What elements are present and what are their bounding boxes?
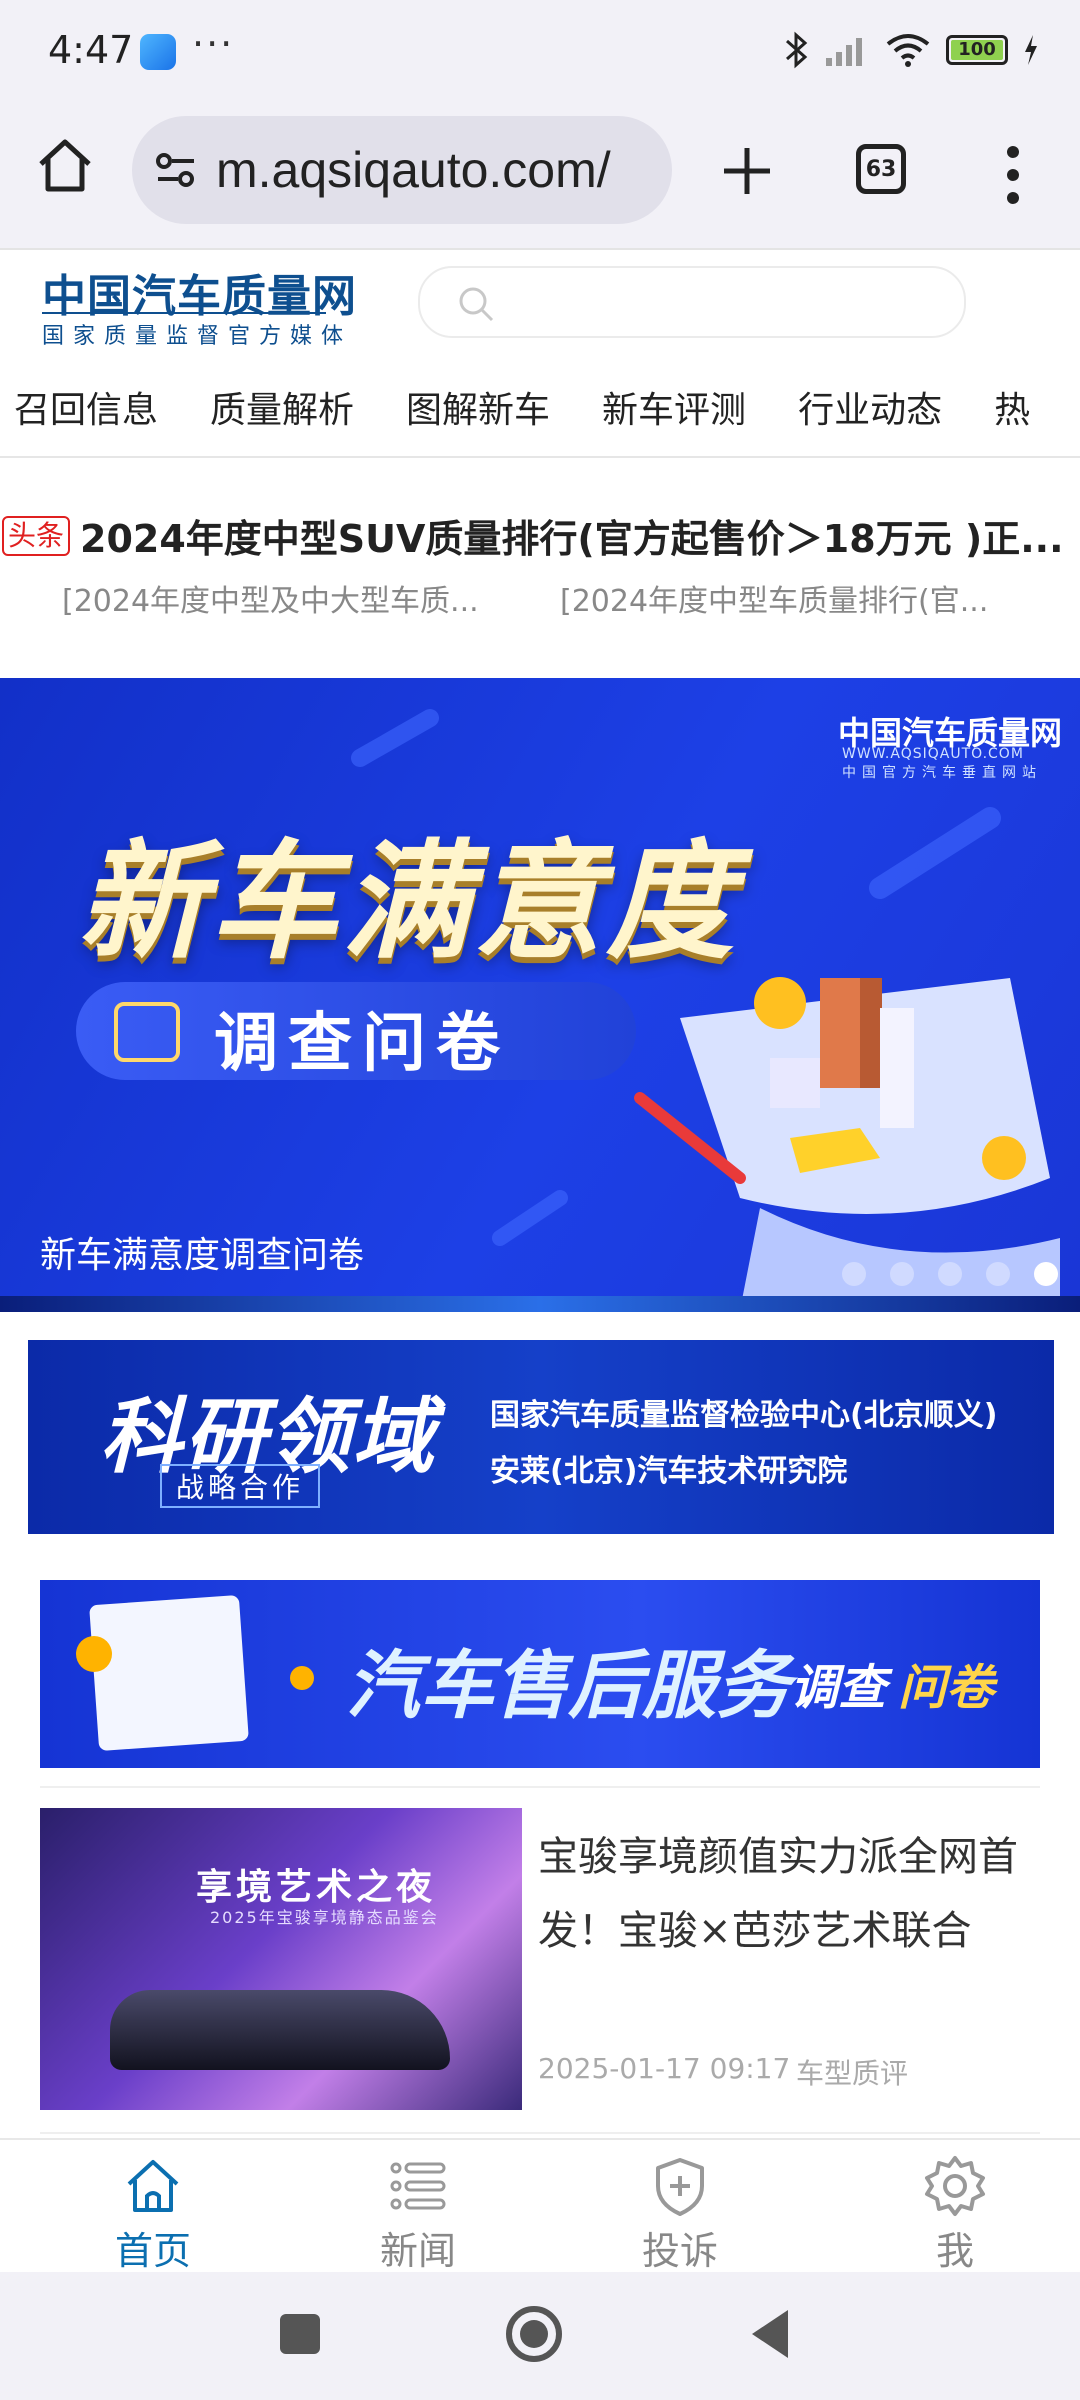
tab-count: 63 [865, 156, 897, 182]
category-hot[interactable]: 热 [968, 370, 1056, 456]
more-vertical-icon [1007, 146, 1019, 204]
new-tab-button[interactable] [712, 136, 782, 206]
banner-caption: 新车满意度调查问卷 [40, 1235, 365, 1276]
category-nav: 召回信息 质量解析 图解新车 新车评测 行业动态 热 [0, 370, 1080, 458]
site-search-box[interactable] [418, 266, 966, 338]
tab-me-label: 我 [935, 2229, 974, 2273]
banner-bottom-strip [0, 1296, 1080, 1312]
tab-switcher-button[interactable]: 63 [856, 144, 906, 194]
battery-icon: 100 [946, 35, 1008, 65]
signal-icon [826, 38, 862, 66]
bluetooth-icon [786, 31, 808, 69]
browser-home-button[interactable] [30, 130, 100, 200]
carousel-dot[interactable] [986, 1262, 1010, 1286]
more-notifications-icon: ··· [192, 22, 235, 66]
status-indicators: 100 [784, 28, 1040, 72]
news-date: 2025-01-17 09:17 [538, 2052, 791, 2085]
ad-aftersales-sub2: 问卷 [898, 1660, 995, 1716]
status-time: 4:47 [48, 28, 134, 72]
tab-news[interactable]: 新闻 [306, 2140, 530, 2274]
headline-tag: 头条 [2, 516, 71, 556]
banner-brand-url: WWW.AQSIQAUTO.COM [842, 746, 1024, 762]
wifi-icon [886, 34, 930, 67]
tab-news-label: 新闻 [379, 2229, 456, 2273]
system-home-dot [520, 2320, 548, 2348]
banner-pill-text: 调查问卷 [214, 1007, 510, 1081]
carousel-dot[interactable] [890, 1262, 914, 1286]
site-settings-icon[interactable] [154, 150, 198, 190]
plus-icon [724, 148, 770, 194]
home-icon [127, 2160, 179, 2212]
category-quality-analysis[interactable]: 质量解析 [184, 370, 380, 456]
carousel-dot[interactable] [842, 1262, 866, 1286]
headline-title[interactable]: 2024年度中型SUV质量排行(官方起售价＞18万元 )正... [80, 508, 1070, 563]
shield-plus-icon [656, 2158, 704, 2216]
coin-decoration [290, 1666, 314, 1690]
logo-divider [42, 312, 326, 314]
ad-research-line1: 国家汽车质量监督检验中心(北京顺义) [490, 1398, 998, 1433]
tab-home-label: 首页 [114, 2229, 191, 2273]
survey-icon [114, 1002, 180, 1062]
category-recall[interactable]: 召回信息 [0, 370, 184, 456]
category-new-car-review[interactable]: 新车评测 [576, 370, 772, 456]
news-thumbnail-subtitle: 2025年宝骏享境静态品鉴会 [210, 1908, 439, 1927]
site-logo-title[interactable]: 中国汽车质量网 [42, 260, 357, 324]
tab-me[interactable]: 我 [830, 2140, 1080, 2274]
recents-button[interactable] [280, 2314, 320, 2354]
site-search-input[interactable] [500, 278, 944, 326]
category-industry-news[interactable]: 行业动态 [772, 370, 968, 456]
home-icon [39, 139, 91, 192]
browser-menu-button[interactable] [998, 140, 1028, 210]
battery-level: 100 [951, 40, 1003, 60]
headline-block [0, 466, 1080, 676]
car-illustration [110, 1990, 450, 2070]
back-button[interactable] [752, 2310, 788, 2358]
news-thumbnail-title: 享境艺术之夜 [196, 1867, 437, 1908]
app-notification-icon [140, 34, 176, 70]
ad-research-badge: 战略合作 [160, 1464, 321, 1508]
ad-research-line2: 安莱(北京)汽车技术研究院 [490, 1454, 848, 1489]
headline-sub-link[interactable]: [2024年度中型及中大型车质... [62, 576, 502, 620]
ad-aftersales-sub1: 调查 [790, 1660, 887, 1716]
divider [40, 1786, 1040, 1788]
news-title[interactable]: 宝骏享境颜值实力派全网首发！宝骏×芭莎艺术联合举... [538, 1820, 1048, 1968]
banner-brand-subtitle: 中国官方汽车垂直网站 [842, 765, 1042, 781]
charging-icon [1025, 35, 1037, 65]
site-logo-subtitle: 国家质量监督官方媒体 [42, 324, 353, 349]
url-text[interactable]: m.aqsiqauto.com/ [216, 141, 636, 199]
tab-complaint-label: 投诉 [641, 2229, 718, 2273]
gear-icon [925, 2156, 985, 2216]
banner-headline: 新车满意度 [78, 828, 739, 977]
coin-decoration [76, 1636, 112, 1672]
bottom-tab-bar: 首页 新闻 投诉 我 [0, 2138, 1080, 2274]
search-icon [459, 287, 494, 322]
carousel-dot[interactable] [1034, 1262, 1058, 1286]
list-icon [390, 2162, 446, 2210]
category-new-car-illustrated[interactable]: 图解新车 [380, 370, 576, 456]
tab-complaint[interactable]: 投诉 [530, 2140, 830, 2274]
headline-sub-link[interactable]: [2024年度中型车质量排行(官... [560, 576, 1000, 620]
ad-aftersales-title: 汽车售后服务 [346, 1643, 790, 1729]
url-bar[interactable]: m.aqsiqauto.com/ [132, 116, 672, 224]
survey-paper-illustration [89, 1594, 249, 1752]
carousel-dots [842, 1262, 1058, 1286]
news-category[interactable]: 车型质评 [796, 2052, 908, 2092]
tab-home[interactable]: 首页 [0, 2140, 306, 2274]
carousel-dot[interactable] [938, 1262, 962, 1286]
divider [40, 2132, 1040, 2134]
